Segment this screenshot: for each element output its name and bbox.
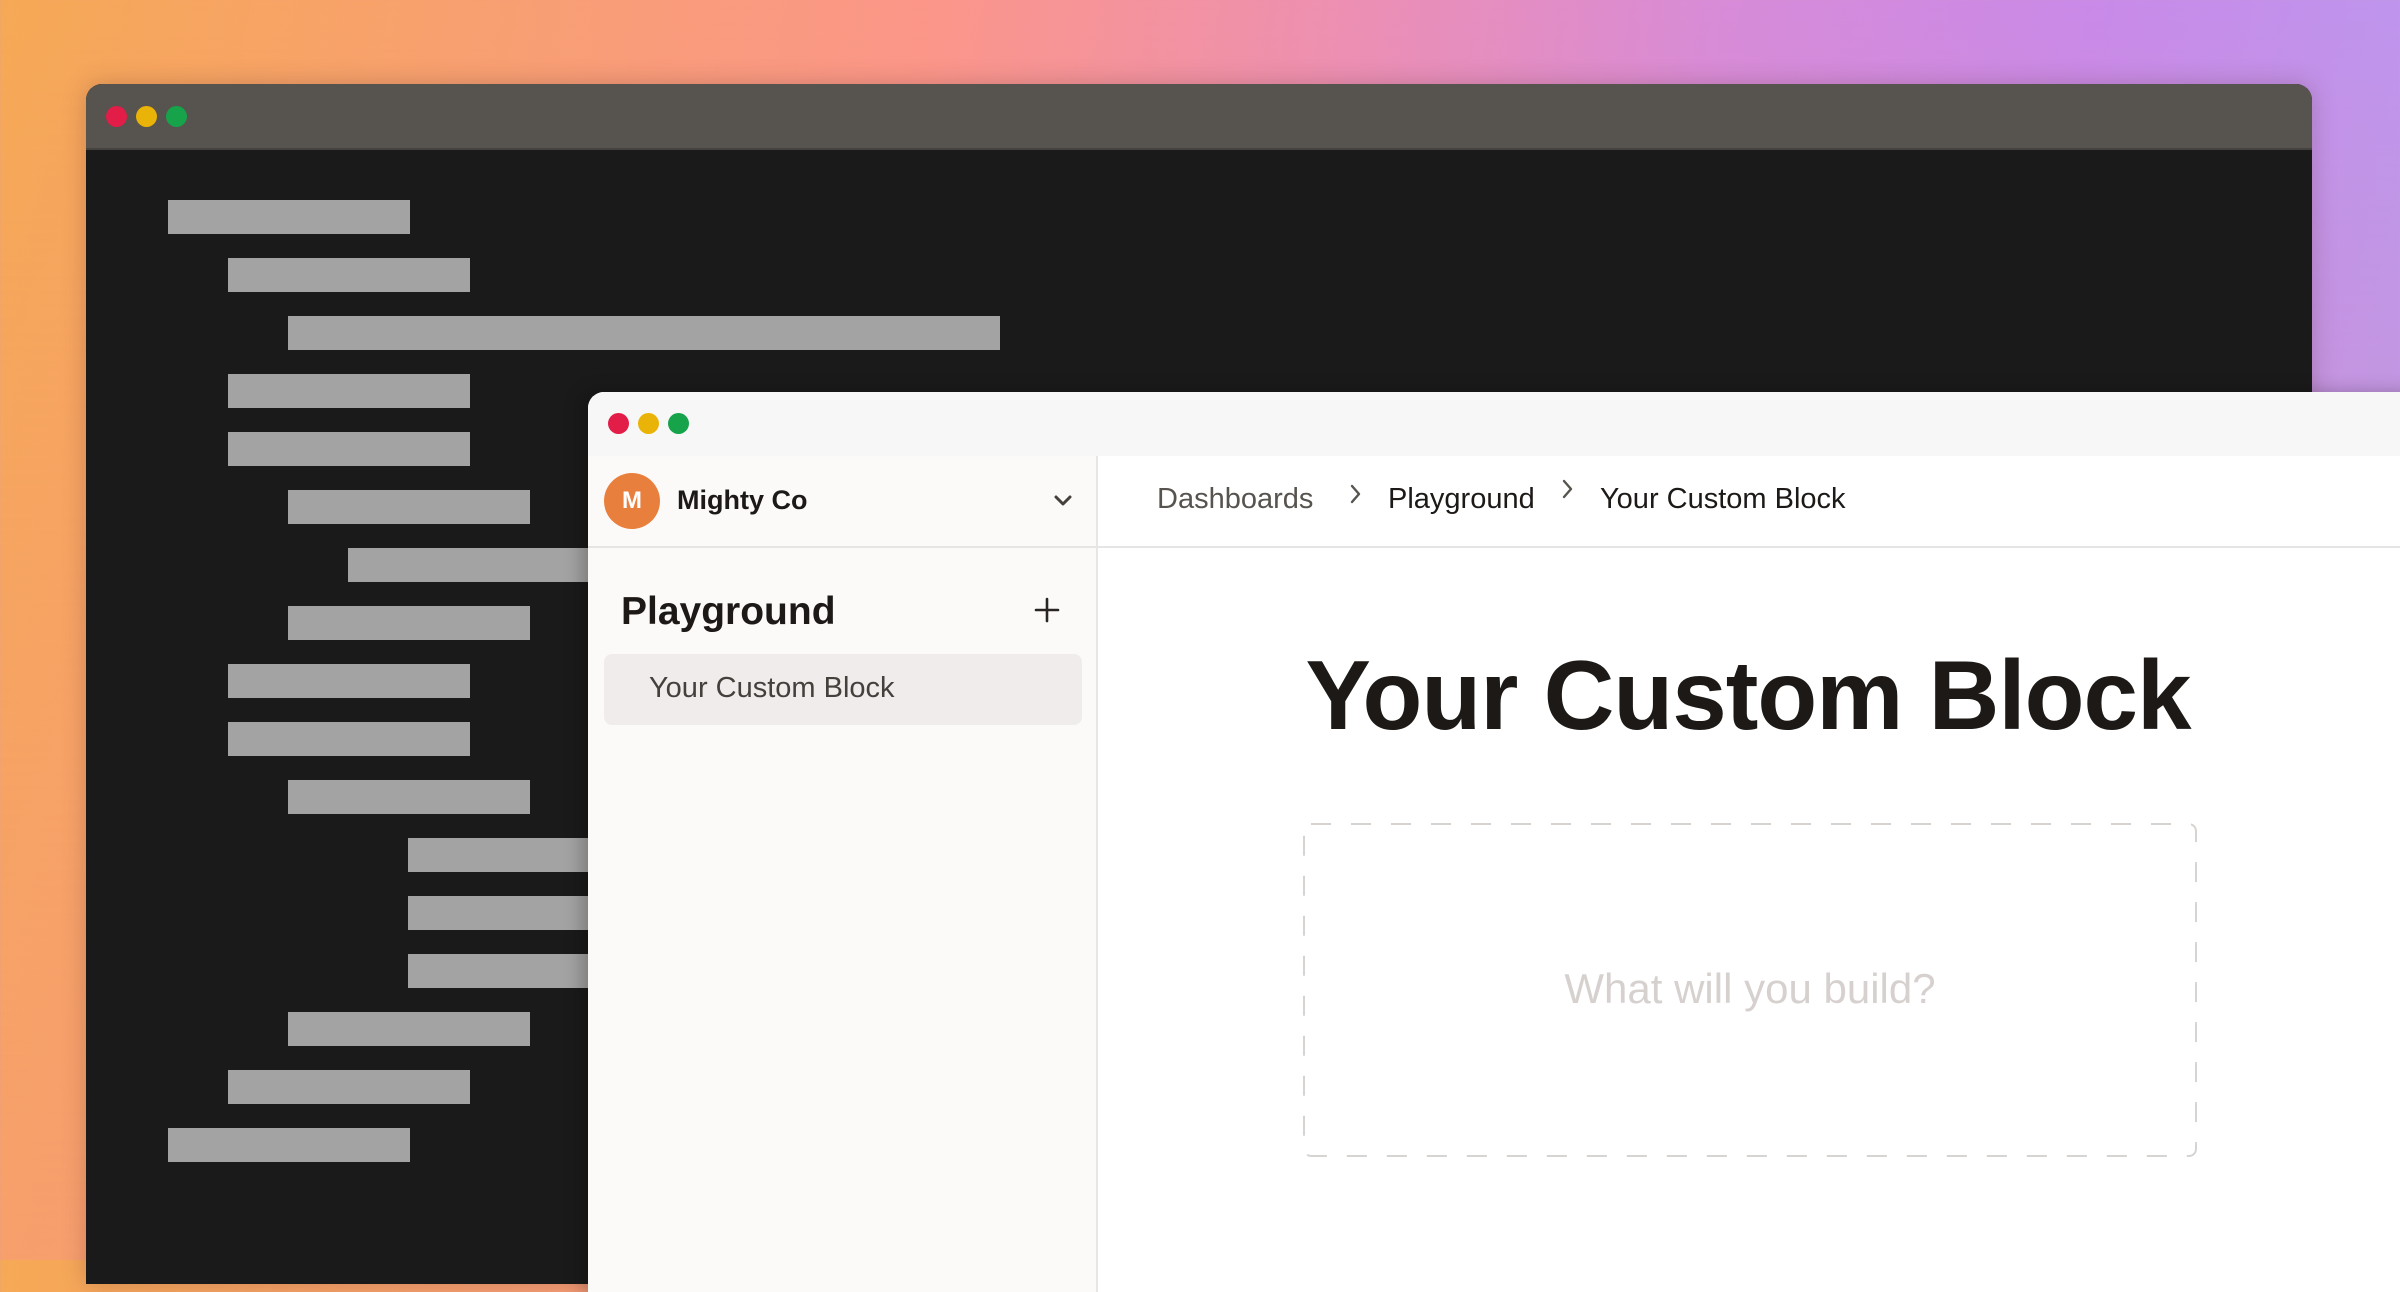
breadcrumb: Dashboards Playground Your Custom Block	[1098, 456, 2400, 548]
maximize-window-button[interactable]	[668, 413, 689, 434]
custom-block-dropzone[interactable]: What will you build?	[1303, 823, 2197, 1157]
page-title: Your Custom Block	[1305, 640, 2191, 750]
minimize-window-button[interactable]	[638, 413, 659, 434]
placeholder-text: What will you build?	[1564, 965, 1936, 1012]
code-line	[168, 1128, 410, 1162]
main-content: Dashboards Playground Your Custom Block …	[1098, 456, 2400, 1292]
code-line	[288, 606, 530, 640]
code-line	[288, 490, 530, 524]
close-window-button[interactable]	[106, 106, 127, 127]
code-line	[228, 664, 470, 698]
minimize-window-button[interactable]	[136, 106, 157, 127]
breadcrumb-current-page: Your Custom Block	[1600, 483, 1846, 515]
app-window-titlebar	[588, 392, 2400, 456]
app-window: M Mighty Co Playground Your Custom Block…	[588, 392, 2400, 1292]
plus-icon[interactable]	[1034, 597, 1060, 623]
code-line	[228, 722, 470, 756]
breadcrumb-dashboards[interactable]: Dashboards	[1157, 485, 1313, 514]
workspace-name: Mighty Co	[677, 485, 808, 515]
code-line	[288, 1012, 530, 1046]
workspace-avatar: M	[604, 473, 660, 529]
sidebar-item-label: Your Custom Block	[649, 672, 895, 704]
sidebar-item-your-custom-block[interactable]: Your Custom Block	[604, 654, 1082, 725]
code-line	[228, 1070, 470, 1104]
chevron-down-icon[interactable]	[1052, 492, 1074, 510]
chevron-right-icon	[1562, 479, 1573, 499]
sidebar: M Mighty Co Playground Your Custom Block	[588, 456, 1098, 1292]
code-line	[228, 374, 470, 408]
workspace-switcher[interactable]: M Mighty Co	[588, 456, 1096, 548]
breadcrumb-playground[interactable]: Playground	[1388, 485, 1535, 514]
code-line	[228, 432, 470, 466]
code-line	[168, 200, 410, 234]
chevron-right-icon	[1350, 484, 1361, 504]
code-line	[288, 780, 530, 814]
maximize-window-button[interactable]	[166, 106, 187, 127]
sidebar-section-title: Playground	[621, 590, 836, 633]
code-line	[228, 258, 470, 292]
code-line	[288, 316, 1000, 350]
close-window-button[interactable]	[608, 413, 629, 434]
code-line	[348, 548, 590, 582]
code-window-titlebar	[86, 84, 2312, 150]
